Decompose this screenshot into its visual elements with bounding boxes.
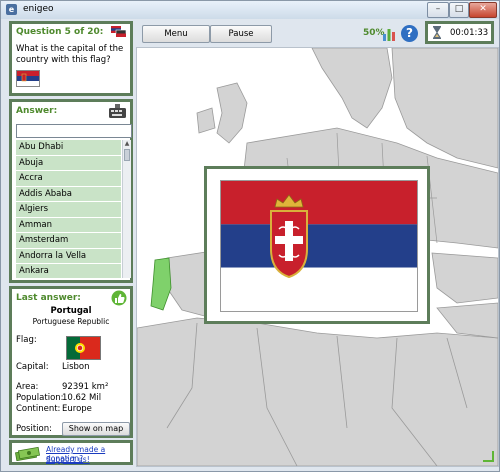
money-icon	[14, 445, 41, 462]
menu-button[interactable]: Menu	[142, 25, 210, 43]
last-answer-panel: Last answer: Portugal Portuguese Republi…	[9, 286, 133, 438]
list-item[interactable]: Amsterdam	[16, 233, 121, 249]
area-label: Area:	[16, 382, 39, 392]
continent-label: Continent:	[16, 404, 61, 414]
world-map[interactable]	[136, 47, 499, 467]
continent-value: Europe	[62, 404, 92, 414]
answer-panel: Answer: Abu Dhabi Abuja Accra Addis Abab…	[9, 99, 133, 283]
show-on-map-button[interactable]: Show on map	[62, 422, 130, 436]
population-label: Population:	[16, 393, 64, 403]
pause-button[interactable]: Pause	[210, 25, 272, 43]
minimize-button[interactable]: –	[427, 2, 449, 18]
answer-header: Answer:	[16, 106, 58, 116]
hourglass-icon	[432, 26, 442, 39]
question-text-line2: country with this flag?	[16, 55, 111, 65]
scroll-up-icon[interactable]: ▲	[123, 140, 131, 148]
list-item[interactable]: Algiers	[16, 202, 121, 218]
stats-chart-icon[interactable]	[382, 26, 396, 42]
help-icon[interactable]: ?	[401, 25, 418, 42]
resize-grip-icon[interactable]	[483, 451, 494, 462]
flag-label: Flag:	[16, 335, 37, 345]
list-item[interactable]: Accra	[16, 171, 121, 187]
answer-list-scrollbar[interactable]: ▲	[122, 140, 131, 278]
title-bar: e enigeo – □ ✕	[1, 1, 499, 19]
timer-value: 00:01:33	[450, 28, 489, 38]
timer-panel: 00:01:33	[425, 21, 494, 44]
list-item[interactable]: Addis Ababa	[16, 186, 121, 202]
area-value: 92391 km²	[62, 382, 109, 392]
support-link[interactable]: Support us!	[46, 455, 90, 464]
flags-icon[interactable]	[111, 26, 127, 38]
app-icon: e	[6, 4, 17, 15]
answer-search-input[interactable]	[16, 124, 132, 138]
close-button[interactable]: ✕	[469, 2, 497, 18]
portugal-flag-image	[66, 336, 101, 360]
serbia-flag-image	[220, 180, 418, 312]
maximize-button[interactable]: □	[449, 2, 469, 18]
population-value: 10.62 Mil	[62, 393, 102, 403]
question-panel: Question 5 of 20: What is the capital of…	[9, 21, 133, 96]
list-item[interactable]: Abuja	[16, 155, 121, 171]
list-item[interactable]: Andorra la Vella	[16, 248, 121, 264]
capital-value: Lisbon	[62, 362, 90, 372]
donation-panel: Already made a donation? Support us!	[9, 440, 133, 465]
question-header: Question 5 of 20:	[16, 27, 104, 37]
list-item[interactable]: Ankara	[16, 264, 121, 278]
app-window: e enigeo – □ ✕ Question 5 of 20: What is…	[0, 0, 500, 472]
list-item[interactable]: Amman	[16, 217, 121, 233]
question-text-line1: What is the capital of the	[16, 44, 124, 54]
list-item[interactable]: Abu Dhabi	[16, 140, 121, 156]
flag-popup	[204, 166, 430, 324]
answer-list: Abu Dhabi Abuja Accra Addis Ababa Algier…	[16, 140, 121, 278]
keyboard-icon[interactable]	[108, 104, 127, 119]
capital-label: Capital:	[16, 362, 49, 372]
question-flag-thumbnail	[16, 70, 40, 87]
position-label: Position:	[16, 424, 52, 434]
scrollbar-thumb[interactable]	[124, 149, 130, 161]
window-title: enigeo	[23, 4, 54, 14]
